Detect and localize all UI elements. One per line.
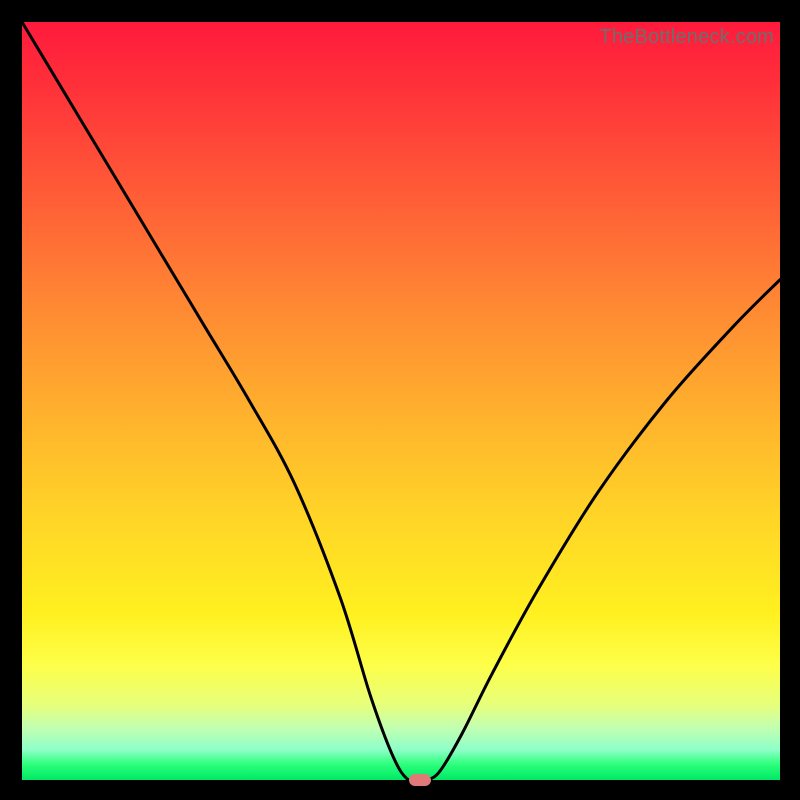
chart-frame: TheBottleneck.com [0,0,800,800]
optimal-point-marker [409,774,431,786]
plot-area: TheBottleneck.com [22,22,780,780]
bottleneck-curve [22,22,780,780]
